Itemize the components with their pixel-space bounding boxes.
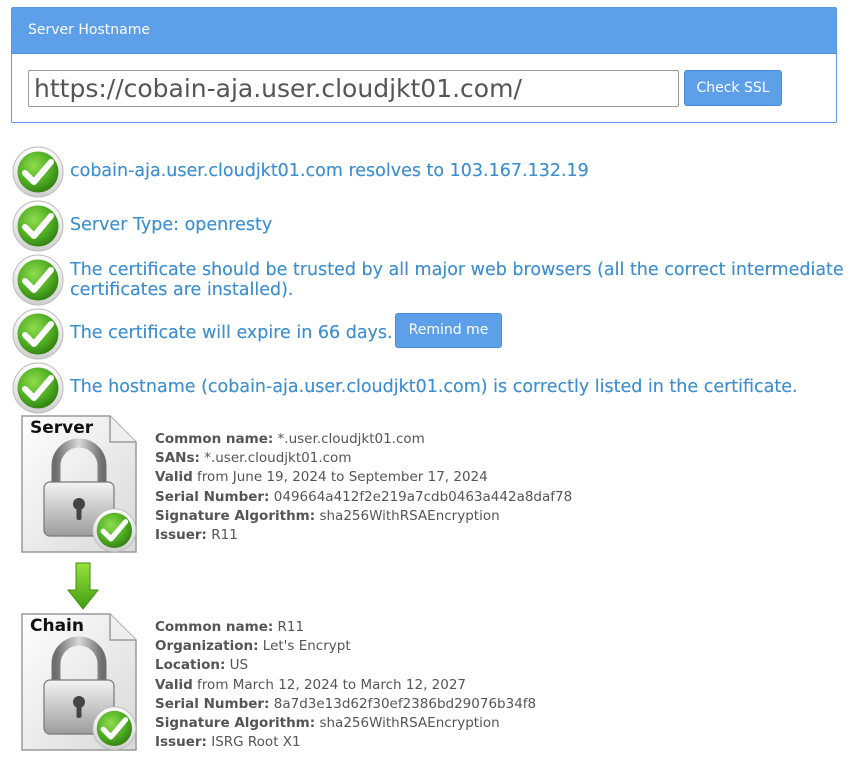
check-icon [12,254,64,306]
check-icon [12,200,64,252]
chain-cert-details: Common name: R11 Organization: Let's Enc… [155,618,536,752]
result-text: The certificate will expire in 66 days. [70,323,393,343]
result-text-line1: The certificate should be trusted by all… [70,260,844,280]
detail-issuer: Issuer: ISRG Root X1 [155,734,301,751]
result-text-line2: certificates are installed). [70,280,294,300]
remind-me-button[interactable]: Remind me [395,313,502,348]
check-icon [12,362,64,414]
arrow-down-icon [67,562,99,610]
result-text: The hostname (cobain-aja.user.cloudjkt01… [70,377,798,397]
result-row-server-type: Server Type: openresty [12,200,842,252]
detail-issuer: Issuer: R11 [155,527,238,544]
chain-certificate-icon: Chain [18,612,140,754]
detail-serial: Serial Number: 049664a412f2e219a7cdb0463… [155,488,573,505]
panel-title: Server Hostname [12,8,836,54]
detail-signature: Signature Algorithm: sha256WithRSAEncryp… [155,507,500,524]
server-certificate-icon: Server [18,414,140,556]
hostname-panel: Server Hostname Check SSL [11,7,837,123]
cert-icon-label: Server [30,418,94,438]
server-cert-details: Common name: *.user.cloudjkt01.com SANs:… [155,430,572,545]
cert-icon-label: Chain [30,616,84,636]
result-row-trusted: The certificate should be trusted by all… [12,254,844,306]
result-text: cobain-aja.user.cloudjkt01.com resolves … [70,161,589,181]
detail-valid: Valid from March 12, 2024 to March 12, 2… [155,676,467,693]
detail-serial: Serial Number: 8a7d3e13d62f30ef2386bd290… [155,695,537,712]
detail-common-name: Common name: R11 [155,619,305,635]
detail-organization: Organization: Let's Encrypt [155,638,351,655]
detail-location: Location: US [155,657,249,674]
hostname-input[interactable] [28,70,679,107]
result-row-resolves: cobain-aja.user.cloudjkt01.com resolves … [12,146,842,198]
result-row-hostname: The hostname (cobain-aja.user.cloudjkt01… [12,362,842,414]
check-icon [12,308,64,360]
result-text: Server Type: openresty [70,215,273,235]
check-ssl-button[interactable]: Check SSL [684,70,782,106]
detail-signature: Signature Algorithm: sha256WithRSAEncryp… [155,715,500,732]
check-icon [12,146,64,198]
detail-common-name: Common name: *.user.cloudjkt01.com [155,431,425,447]
result-row-expiry: The certificate will expire in 66 days. … [12,308,842,360]
detail-sans: SANs: *.user.cloudjkt01.com [155,450,352,467]
detail-valid: Valid from June 19, 2024 to September 17… [155,469,488,486]
